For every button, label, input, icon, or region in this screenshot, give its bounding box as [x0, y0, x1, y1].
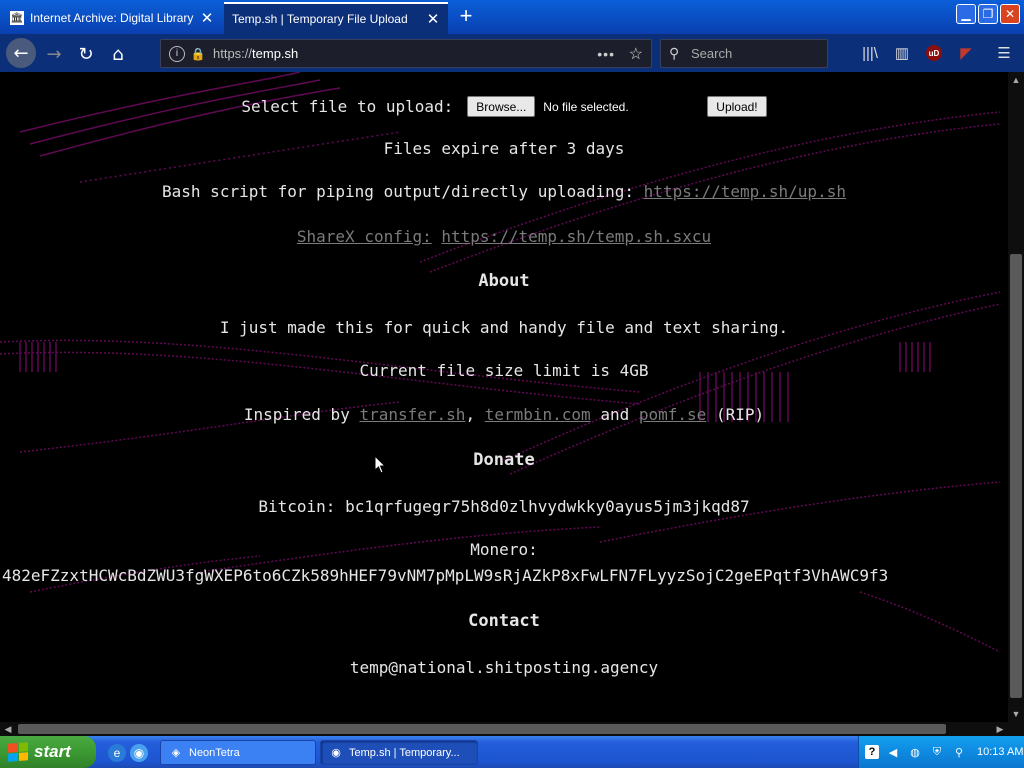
browser-quicklaunch-icon[interactable]: ◉ — [130, 744, 148, 762]
reload-button[interactable]: ↻ — [72, 40, 100, 68]
inspired-separator: , — [465, 405, 476, 424]
select-file-label: Select file to upload: — [241, 97, 454, 116]
system-tray: ? ◀ ◍ ⛨ ⚲ 10:13 AM — [858, 736, 1024, 768]
menu-icon[interactable]: ☰ — [994, 43, 1014, 63]
page-content: Select file to upload: Browse... No file… — [0, 72, 1008, 722]
library-icon[interactable]: |||\ — [860, 43, 880, 63]
extension-icon[interactable]: ◤ — [956, 43, 976, 63]
new-tab-button[interactable]: + — [454, 4, 478, 28]
windows-logo-icon — [8, 742, 28, 762]
tab-title: Internet Archive: Digital Library of — [30, 11, 194, 25]
horizontal-scroll-thumb[interactable] — [18, 724, 946, 734]
inspired-and: and — [600, 405, 630, 424]
taskbar-item-neontetra[interactable]: ◈ NeonTetra — [160, 740, 316, 765]
contact-email: temp@national.shitposting.agency — [349, 658, 659, 677]
upload-button[interactable]: Upload! — [707, 96, 767, 117]
shield-icon[interactable]: ⛨ — [929, 744, 945, 760]
bitcoin-label: Bitcoin: — [258, 497, 336, 516]
clock: 10:13 AM — [977, 746, 1024, 758]
sharex-config-link[interactable]: https://temp.sh/temp.sh.sxcu — [441, 227, 711, 246]
inspired-rip: (RIP) — [715, 405, 765, 424]
url-text: https://temp.sh — [213, 46, 299, 61]
help-icon[interactable]: ? — [865, 745, 879, 759]
bitcoin-line: Bitcoin: bc1qrfugegr75h8d0zlhvydwkky0ayu… — [0, 497, 1008, 516]
scroll-right-icon[interactable]: ▶ — [992, 722, 1008, 736]
expire-text: Files expire after 3 days — [383, 139, 625, 158]
contact-heading: Contact — [468, 611, 540, 631]
home-button[interactable]: ⌂ — [104, 40, 132, 68]
firefox-icon: ◉ — [331, 747, 341, 759]
inspired-line: Inspired by transfer.sh, termbin.com and… — [0, 405, 1008, 424]
back-button[interactable]: ← — [6, 38, 36, 68]
taskbar: start e ◉ ◈ NeonTetra ◉ Temp.sh | Tempor… — [0, 736, 1024, 768]
archive-icon: 🏛 — [10, 11, 24, 25]
page-actions-button[interactable]: ••• — [597, 46, 615, 62]
window-controls: ▁ ❐ ✕ — [956, 4, 1020, 24]
close-icon[interactable]: ✕ — [200, 11, 214, 26]
bash-script-line: Bash script for piping output/directly u… — [0, 182, 1008, 201]
ie-quicklaunch-icon[interactable]: e — [108, 744, 126, 762]
start-button[interactable]: start — [0, 736, 96, 768]
cursor-icon — [375, 456, 387, 474]
donate-heading: Donate — [473, 450, 535, 470]
start-label: start — [34, 742, 71, 761]
bitcoin-address: bc1qrfugegr75h8d0zlhvydwkky0ayus5jm3jkqd… — [345, 497, 750, 516]
tab-strip: 🏛 Internet Archive: Digital Library of ✕… — [0, 0, 1024, 34]
ublock-icon[interactable]: uD — [926, 45, 942, 61]
sidebar-icon[interactable]: ▥ — [892, 43, 912, 63]
volume-icon[interactable]: ◀ — [885, 744, 901, 760]
close-icon[interactable]: ✕ — [426, 12, 440, 27]
url-bar[interactable]: i 🔒 https://temp.sh ••• ☆ — [160, 39, 652, 68]
bookmark-star-icon[interactable]: ☆ — [629, 44, 643, 64]
network-icon[interactable]: ◍ — [907, 744, 923, 760]
search-tray-icon[interactable]: ⚲ — [951, 744, 967, 760]
nav-toolbar: ← → ↻ ⌂ i 🔒 https://temp.sh ••• ☆ ⚲ Sear… — [0, 34, 1024, 72]
sharex-line: ShareX config: https://temp.sh/temp.sh.s… — [0, 227, 1008, 246]
tab-temp-sh[interactable]: Temp.sh | Temporary File Upload ✕ — [224, 2, 448, 34]
tab-title: Temp.sh | Temporary File Upload — [232, 12, 408, 26]
about-heading: About — [478, 271, 530, 291]
bash-script-link[interactable]: https://temp.sh/up.sh — [644, 182, 846, 201]
window-close-button[interactable]: ✕ — [1000, 4, 1020, 24]
search-placeholder: Search — [691, 46, 733, 61]
termbin-link[interactable]: termbin.com — [485, 405, 591, 424]
maximize-button[interactable]: ❐ — [978, 4, 998, 24]
sharex-label-link[interactable]: ShareX config: — [297, 227, 432, 246]
vertical-scroll-thumb[interactable] — [1010, 254, 1022, 698]
inspired-prefix: Inspired by — [243, 405, 350, 424]
no-file-text: No file selected. — [543, 99, 629, 114]
task-title: Temp.sh | Temporary... — [349, 746, 460, 759]
forward-button[interactable]: → — [40, 40, 68, 68]
lock-icon: 🔒 — [190, 46, 206, 61]
app-icon: ◈ — [171, 747, 181, 759]
tab-internet-archive[interactable]: 🏛 Internet Archive: Digital Library of ✕ — [2, 2, 222, 34]
pomf-link[interactable]: pomf.se — [639, 405, 706, 424]
scrollbar-corner — [1008, 722, 1024, 736]
task-title: NeonTetra — [189, 746, 240, 759]
about-text: I just made this for quick and handy fil… — [219, 318, 789, 337]
taskbar-item-temp-sh[interactable]: ◉ Temp.sh | Temporary... — [320, 740, 478, 765]
monero-address: 482eFZzxtHCWcBdZWU3fgWXEP6to6CZk589hHEF7… — [2, 566, 889, 585]
vertical-scrollbar[interactable]: ▲ ▼ — [1008, 72, 1024, 722]
size-limit-text: Current file size limit is 4GB — [359, 361, 649, 380]
search-icon: ⚲ — [669, 45, 680, 61]
search-input[interactable]: ⚲ Search — [660, 39, 828, 68]
bash-script-label: Bash script for piping output/directly u… — [162, 182, 635, 201]
scroll-down-icon[interactable]: ▼ — [1008, 706, 1024, 722]
minimize-button[interactable]: ▁ — [956, 4, 976, 24]
scroll-left-icon[interactable]: ◀ — [0, 722, 16, 736]
scroll-up-icon[interactable]: ▲ — [1008, 72, 1024, 88]
transfer-sh-link[interactable]: transfer.sh — [359, 405, 465, 424]
info-icon[interactable]: i — [169, 45, 185, 62]
monero-label: Monero: — [470, 540, 538, 559]
browse-button[interactable]: Browse... — [467, 96, 536, 117]
horizontal-scrollbar[interactable]: ◀ ▶ — [0, 722, 1008, 736]
upload-form: Select file to upload: Browse... No file… — [0, 96, 1008, 117]
